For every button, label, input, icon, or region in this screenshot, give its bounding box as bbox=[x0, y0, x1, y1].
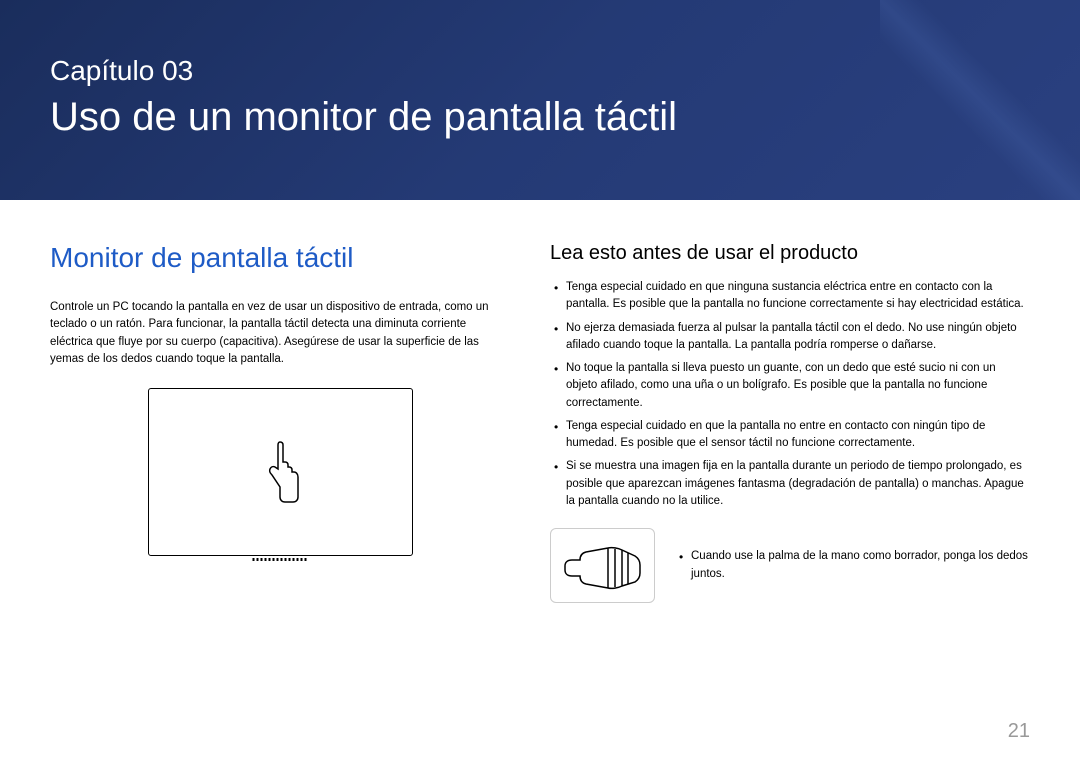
page-number: 21 bbox=[1008, 720, 1030, 743]
warning-item: Tenga especial cuidado en que la pantall… bbox=[550, 418, 1030, 453]
palm-text: Cuando use la palma de la mano como borr… bbox=[675, 548, 1030, 583]
page-content: Monitor de pantalla táctil Controle un P… bbox=[0, 200, 1080, 603]
warnings-list: Tenga especial cuidado en que ninguna su… bbox=[550, 279, 1030, 510]
pointing-hand-icon bbox=[258, 437, 303, 507]
chapter-label: Capítulo 03 bbox=[50, 55, 1030, 87]
warning-item: Si se muestra una imagen fija en la pant… bbox=[550, 458, 1030, 510]
palm-illustration-box bbox=[550, 528, 655, 603]
palm-section: Cuando use la palma de la mano como borr… bbox=[550, 528, 1030, 603]
monitor-illustration bbox=[148, 388, 413, 556]
chapter-title: Uso de un monitor de pantalla táctil bbox=[50, 95, 1030, 140]
palm-hand-icon bbox=[560, 538, 645, 593]
chapter-header-banner: Capítulo 03 Uso de un monitor de pantall… bbox=[0, 0, 1080, 200]
monitor-description: Controle un PC tocando la pantalla en ve… bbox=[50, 299, 510, 368]
palm-instruction: Cuando use la palma de la mano como borr… bbox=[675, 548, 1030, 583]
left-column: Monitor de pantalla táctil Controle un P… bbox=[50, 242, 510, 603]
warning-item: Tenga especial cuidado en que ninguna su… bbox=[550, 279, 1030, 314]
section-title-warnings: Lea esto antes de usar el producto bbox=[550, 242, 1030, 265]
warning-item: No ejerza demasiada fuerza al pulsar la … bbox=[550, 320, 1030, 355]
warning-item: No toque la pantalla si lleva puesto un … bbox=[550, 360, 1030, 412]
section-title-monitor: Monitor de pantalla táctil bbox=[50, 242, 510, 274]
right-column: Lea esto antes de usar el producto Tenga… bbox=[550, 242, 1030, 603]
